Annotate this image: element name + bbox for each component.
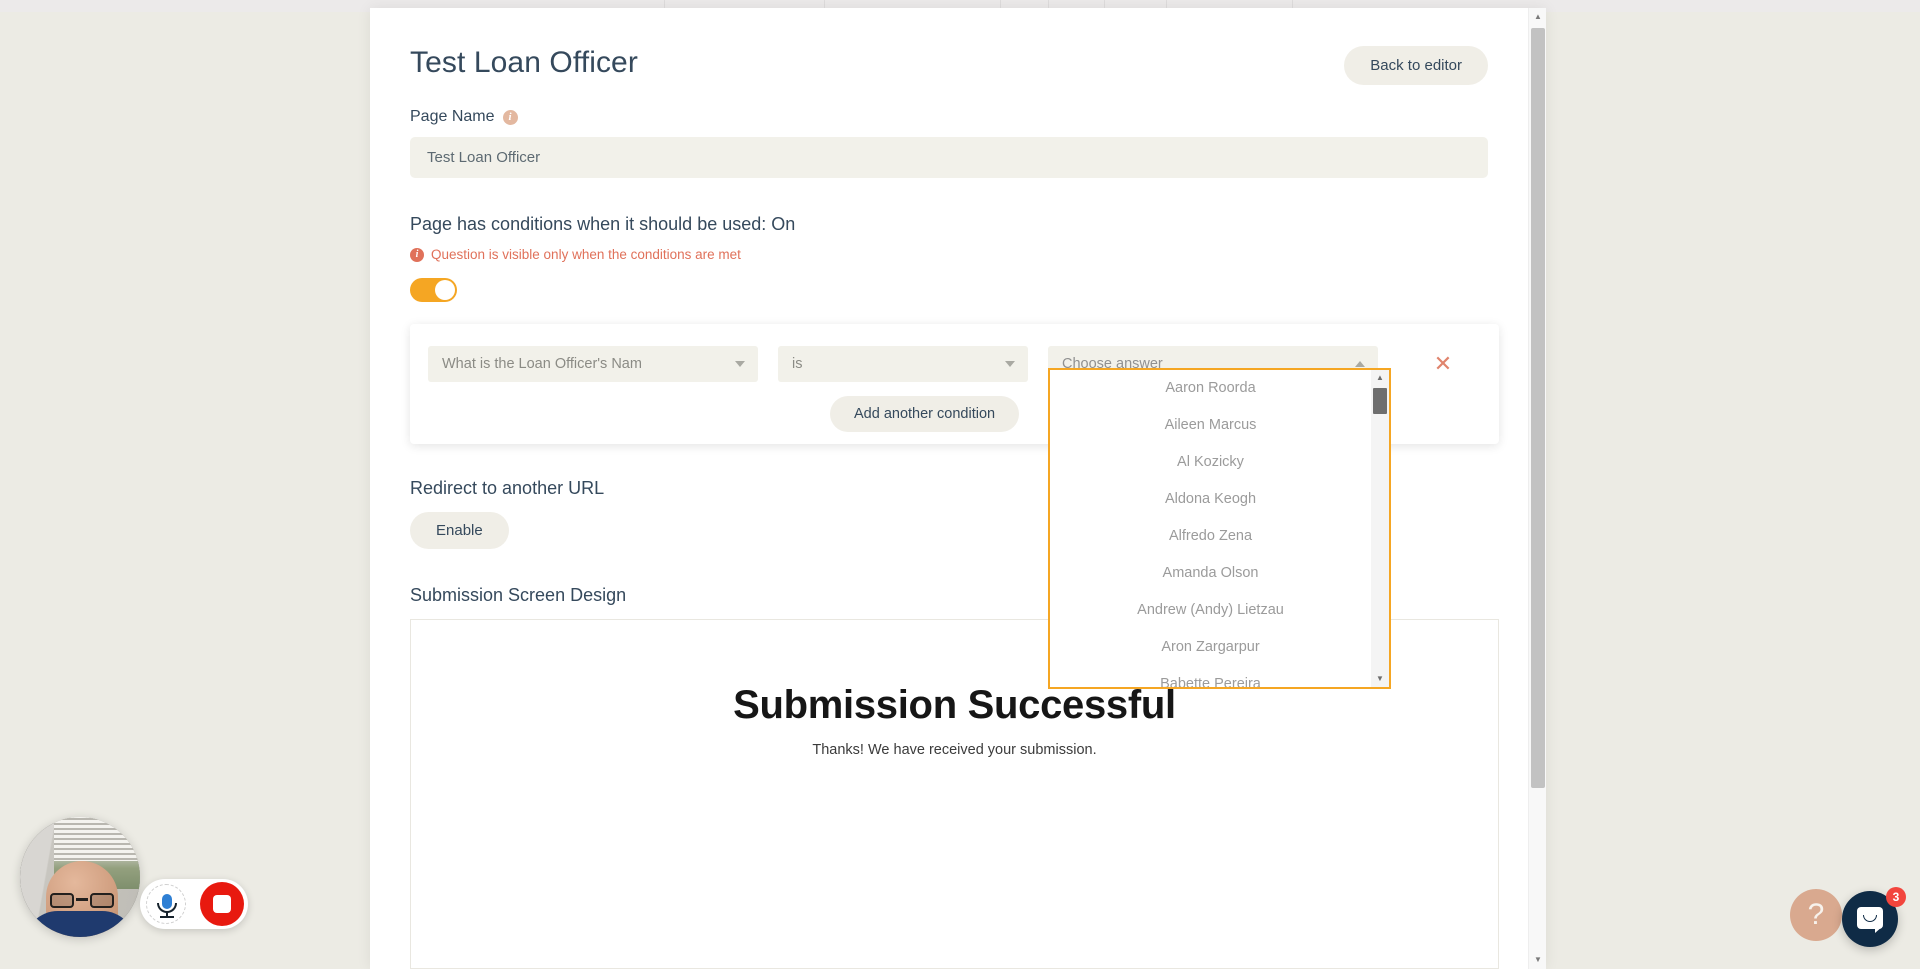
- page-title: Test Loan Officer: [410, 46, 638, 79]
- webcam-person-shirt: [24, 911, 136, 937]
- alert-info-icon: i: [410, 247, 424, 262]
- answer-option[interactable]: Andrew (Andy) Lietzau: [1050, 592, 1371, 629]
- chevron-down-icon: [1005, 361, 1015, 367]
- webcam-blinds: [54, 817, 140, 861]
- stop-square: [213, 895, 231, 913]
- glasses-left-lens: [50, 893, 74, 908]
- page-settings-card: Test Loan Officer Back to editor Page Na…: [370, 8, 1546, 969]
- answer-option[interactable]: Aaron Roorda: [1050, 370, 1371, 407]
- condition-operator-select[interactable]: is: [778, 346, 1028, 382]
- submission-screen-heading: Submission Screen Design: [410, 585, 627, 605]
- condition-operator-value: is: [792, 356, 803, 372]
- mic-base: [160, 916, 174, 918]
- back-to-editor-button[interactable]: Back to editor: [1344, 46, 1488, 85]
- dropdown-scroll-down-icon[interactable]: ▼: [1371, 671, 1389, 687]
- question-mark-icon: ?: [1807, 898, 1825, 931]
- chevron-up-icon: [1355, 361, 1365, 367]
- glasses-bridge: [76, 898, 88, 901]
- chat-unread-badge: 3: [1886, 887, 1906, 907]
- glasses-right-lens: [90, 893, 114, 908]
- dropdown-scrollbar[interactable]: ▲ ▼: [1371, 370, 1389, 687]
- remove-condition-button[interactable]: ✕: [1430, 351, 1456, 377]
- enable-redirect-button[interactable]: Enable: [410, 512, 509, 549]
- redirect-heading: Redirect to another URL: [410, 478, 605, 498]
- add-another-condition-button[interactable]: Add another condition: [830, 396, 1020, 432]
- answer-option[interactable]: Aileen Marcus: [1050, 407, 1371, 444]
- webcam-person-glasses: [50, 893, 114, 909]
- scroll-up-icon[interactable]: ▲: [1529, 8, 1546, 26]
- scroll-down-icon[interactable]: ▼: [1529, 951, 1546, 969]
- condition-question-select[interactable]: What is the Loan Officer's Nam: [428, 346, 758, 382]
- recorder-controls: [140, 879, 248, 929]
- answer-option[interactable]: Amanda Olson: [1050, 555, 1371, 592]
- page-name-label-text: Page Name: [410, 108, 495, 125]
- page-scrollbar[interactable]: ▲ ▼: [1528, 8, 1546, 969]
- conditions-heading: Page has conditions when it should be us…: [410, 214, 796, 234]
- answer-option[interactable]: Alfredo Zena: [1050, 518, 1371, 555]
- answer-options-dropdown: Aaron Roorda Aileen Marcus Al Kozicky Aldon…: [1048, 368, 1391, 689]
- condition-question-value: What is the Loan Officer's Nam: [442, 356, 642, 372]
- dropdown-scroll-up-icon[interactable]: ▲: [1371, 370, 1389, 386]
- page-scroll-thumb[interactable]: [1531, 28, 1545, 788]
- info-icon[interactable]: i: [502, 109, 518, 125]
- chat-bubble-tail: [1875, 926, 1883, 933]
- conditions-note: i Question is visible only when the cond…: [410, 247, 741, 262]
- answer-option[interactable]: Babette Pereira: [1050, 666, 1371, 687]
- microphone-icon[interactable]: [146, 884, 186, 924]
- help-button[interactable]: ?: [1790, 889, 1842, 941]
- webcam-preview[interactable]: [20, 817, 140, 937]
- conditions-note-text: Question is visible only when the condit…: [431, 247, 741, 262]
- dropdown-scroll-thumb[interactable]: [1373, 388, 1387, 414]
- page-name-label: Page Name i: [410, 108, 518, 126]
- answer-option[interactable]: Aldona Keogh: [1050, 481, 1371, 518]
- conditions-toggle[interactable]: [410, 278, 457, 302]
- answer-options-list[interactable]: Aaron Roorda Aileen Marcus Al Kozicky Aldon…: [1050, 370, 1371, 687]
- toggle-knob: [435, 280, 455, 300]
- stop-recording-icon[interactable]: [200, 882, 244, 926]
- submission-preview-subtitle: Thanks! We have received your submission…: [812, 742, 1097, 758]
- chevron-down-icon: [735, 361, 745, 367]
- submission-preview-title: Submission Successful: [733, 683, 1176, 727]
- page-content: Test Loan Officer Back to editor Page Na…: [370, 8, 1528, 969]
- answer-option[interactable]: Aron Zargarpur: [1050, 629, 1371, 666]
- page-name-input[interactable]: [410, 137, 1488, 178]
- answer-option[interactable]: Al Kozicky: [1050, 444, 1371, 481]
